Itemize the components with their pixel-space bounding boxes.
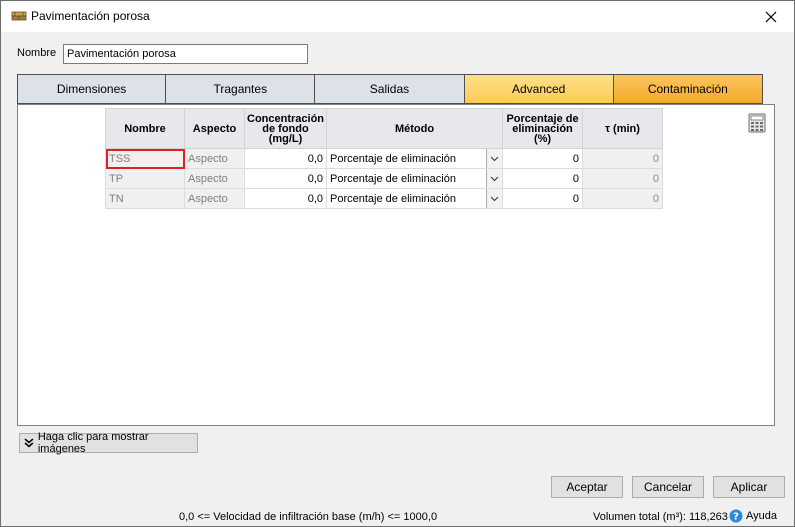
- total-volume: Volumen total (m³): 118,263: [593, 511, 728, 523]
- header-porcentaje: Porcentaje de eliminación (%): [502, 108, 584, 149]
- cell-metodo[interactable]: Porcentaje de eliminación: [326, 188, 504, 209]
- help-label: Ayuda: [746, 510, 777, 522]
- cell-tau: 0: [582, 148, 664, 169]
- help-icon: ?: [729, 509, 743, 523]
- cell-tau: 0: [582, 168, 664, 189]
- close-icon: [765, 11, 777, 22]
- header-nombre: Nombre: [105, 108, 185, 149]
- table-row: TSS Aspecto 0,0 Porcentaje de eliminació…: [105, 148, 664, 169]
- cell-concentracion[interactable]: 0,0: [243, 188, 328, 209]
- cell-tau: 0: [582, 188, 664, 209]
- window-title: Pavimentación porosa: [31, 9, 150, 23]
- double-chevron-down-icon: [24, 438, 34, 448]
- title-bar: Pavimentación porosa: [1, 1, 794, 32]
- cell-metodo[interactable]: Porcentaje de eliminación: [326, 148, 504, 169]
- cell-metodo[interactable]: Porcentaje de eliminación: [326, 168, 504, 189]
- show-images-button[interactable]: Haga clic para mostrar imágenes: [19, 431, 198, 455]
- cell-nombre[interactable]: TN: [105, 188, 185, 209]
- cell-nombre[interactable]: TP: [105, 168, 185, 189]
- metodo-value: Porcentaje de eliminación: [330, 152, 456, 165]
- cell-porcentaje[interactable]: 0: [502, 188, 584, 209]
- cell-concentracion[interactable]: 0,0: [243, 148, 328, 169]
- table-row: TN Aspecto 0,0 Porcentaje de eliminación…: [105, 188, 664, 209]
- pollutant-panel: Nombre Aspecto Concentración de fondo (m…: [17, 104, 775, 426]
- header-metodo: Método: [326, 108, 504, 149]
- name-input[interactable]: [63, 44, 308, 64]
- metodo-value: Porcentaje de eliminación: [330, 192, 456, 205]
- header-tau: τ (min): [582, 108, 664, 149]
- constraint-status: 0,0 <= Velocidad de infiltración base (m…: [179, 511, 438, 523]
- svg-text:?: ?: [733, 512, 739, 523]
- metodo-dropdown-button[interactable]: [486, 149, 502, 168]
- ok-button[interactable]: Aceptar: [551, 476, 623, 498]
- tab-advanced[interactable]: Advanced: [464, 74, 614, 104]
- cell-porcentaje[interactable]: 0: [502, 148, 584, 169]
- cancel-button[interactable]: Cancelar: [632, 476, 704, 498]
- chevron-down-icon: [490, 176, 499, 181]
- tab-salidas[interactable]: Salidas: [315, 74, 465, 104]
- header-aspecto: Aspecto: [184, 108, 245, 149]
- pollutant-grid: Nombre Aspecto Concentración de fondo (m…: [105, 108, 664, 209]
- cell-aspecto[interactable]: Aspecto: [184, 148, 245, 169]
- chevron-down-icon: [490, 156, 499, 161]
- header-concentracion: Concentración de fondo (mg/L): [243, 108, 328, 149]
- cell-aspecto[interactable]: Aspecto: [184, 168, 245, 189]
- tab-strip: Dimensiones Tragantes Salidas Advanced C…: [17, 74, 763, 104]
- help-link[interactable]: ? Ayuda: [729, 509, 777, 523]
- cell-nombre[interactable]: TSS: [105, 148, 185, 169]
- cell-concentracion[interactable]: 0,0: [243, 168, 328, 189]
- chevron-down-icon: [490, 196, 499, 201]
- metodo-value: Porcentaje de eliminación: [330, 172, 456, 185]
- tab-tragantes[interactable]: Tragantes: [166, 74, 316, 104]
- show-images-label: Haga clic para mostrar imágenes: [37, 431, 149, 455]
- dialog-window: Pavimentación porosa Nombre Dimensiones …: [0, 0, 795, 527]
- metodo-dropdown-button[interactable]: [486, 189, 502, 208]
- metodo-dropdown-button[interactable]: [486, 169, 502, 188]
- tab-dimensiones[interactable]: Dimensiones: [17, 74, 167, 104]
- cell-aspecto[interactable]: Aspecto: [184, 188, 245, 209]
- cell-porcentaje[interactable]: 0: [502, 168, 584, 189]
- tab-contaminacion[interactable]: Contaminación: [613, 74, 763, 104]
- pavement-app-icon: [11, 9, 27, 23]
- grid-header-row: Nombre Aspecto Concentración de fondo (m…: [105, 108, 664, 149]
- close-button[interactable]: [748, 1, 794, 32]
- table-row: TP Aspecto 0,0 Porcentaje de eliminación…: [105, 168, 664, 189]
- name-label: Nombre: [17, 47, 57, 59]
- calculator-icon[interactable]: [748, 113, 766, 133]
- apply-button[interactable]: Aplicar: [713, 476, 785, 498]
